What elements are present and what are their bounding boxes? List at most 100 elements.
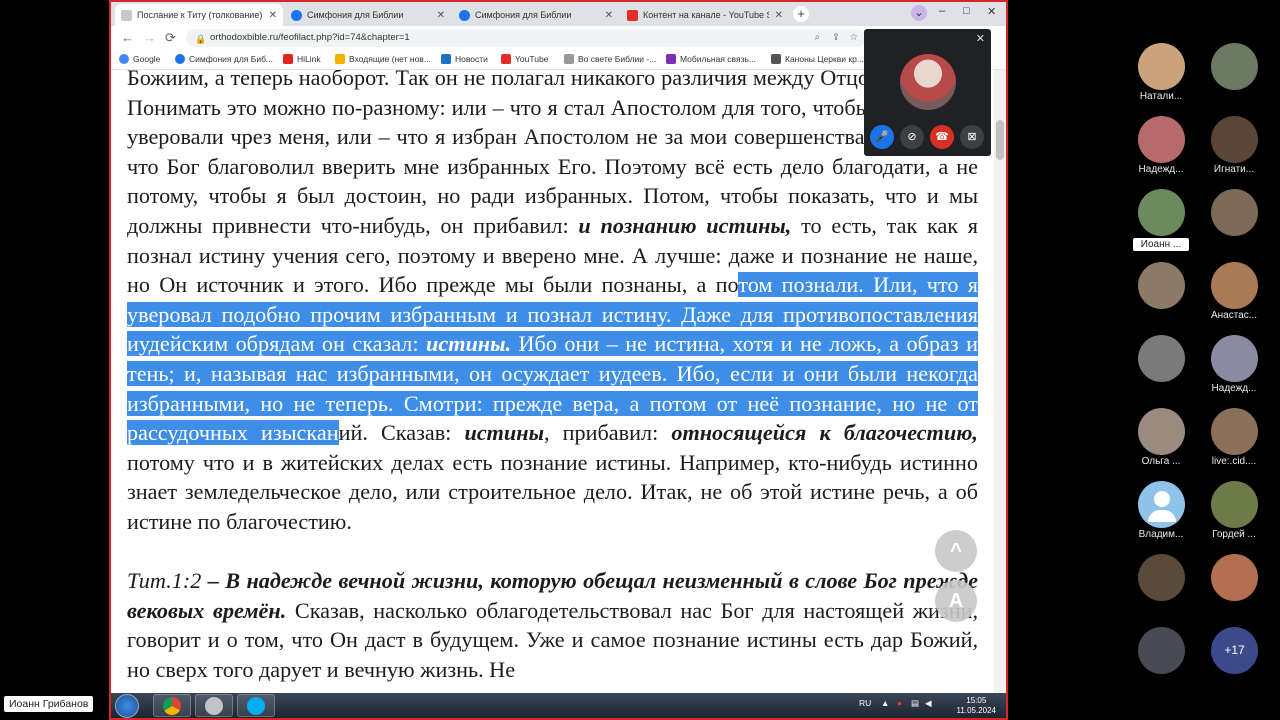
video-popup: ✕ 🎤 ⊘ ☎ ⊠ bbox=[864, 29, 991, 156]
avatar bbox=[1138, 335, 1185, 382]
participant-tile[interactable] bbox=[1197, 43, 1271, 113]
tab-label: Контент на канале - YouTube St bbox=[643, 10, 769, 20]
chevron-up-icon[interactable]: ▲ bbox=[881, 698, 889, 708]
mic-icon: 🎤 bbox=[875, 131, 889, 143]
participant-tile[interactable] bbox=[1197, 554, 1271, 624]
participant-tile[interactable] bbox=[1197, 189, 1271, 259]
phone-icon: ☎ bbox=[935, 131, 949, 143]
shared-screen: Послание к Титу (толкование). ✕ Симфония… bbox=[109, 0, 1008, 720]
hilink-icon bbox=[283, 54, 293, 64]
mic-button[interactable]: 🎤 bbox=[870, 125, 894, 149]
hangup-button[interactable]: ☎ bbox=[930, 125, 954, 149]
youtube-icon bbox=[501, 54, 511, 64]
new-tab-button[interactable]: + bbox=[793, 6, 809, 22]
share-icon[interactable]: ⇪ bbox=[832, 29, 840, 47]
stop-icon[interactable]: ● bbox=[897, 698, 902, 708]
participant-tile[interactable]: Анастас... bbox=[1197, 262, 1271, 332]
browser-tab-bar: Послание к Титу (толкование). ✕ Симфония… bbox=[111, 2, 1006, 26]
stop-presenting-button[interactable]: ⊠ bbox=[960, 125, 984, 149]
bookmark-hilink[interactable]: HiLink bbox=[283, 54, 321, 64]
close-icon[interactable]: ✕ bbox=[437, 10, 445, 21]
bookmark-google[interactable]: Google bbox=[119, 54, 160, 64]
page-scrollbar[interactable] bbox=[994, 70, 1006, 693]
self-video bbox=[900, 54, 956, 110]
tab-symphony-1[interactable]: Симфония для Библии ✕ bbox=[285, 4, 451, 26]
windows-taskbar: RU ▲ ● ▤ ◀ 15:05 11.05.2024 bbox=[111, 693, 1006, 718]
meeting-stage: Послание к Титу (толкование). ✕ Симфония… bbox=[0, 0, 1280, 720]
taskbar-disk[interactable] bbox=[195, 694, 233, 717]
avatar bbox=[1211, 335, 1258, 382]
participant-tile[interactable]: Владим... bbox=[1124, 481, 1198, 551]
language-indicator[interactable]: RU bbox=[859, 698, 871, 708]
participant-tile[interactable] bbox=[1124, 335, 1198, 405]
mobile-icon bbox=[666, 54, 676, 64]
participant-tile[interactable]: Игнати... bbox=[1197, 116, 1271, 186]
taskbar-chrome[interactable] bbox=[153, 694, 191, 717]
close-icon[interactable]: ✕ bbox=[605, 10, 613, 21]
page-icon bbox=[564, 54, 574, 64]
reload-button[interactable]: ⟳ bbox=[165, 30, 176, 46]
close-icon[interactable]: ✕ bbox=[775, 10, 783, 21]
close-icon[interactable]: ✕ bbox=[269, 10, 277, 21]
bookmark-inbox[interactable]: Входящие (нет нов... bbox=[335, 54, 431, 64]
page-icon bbox=[121, 9, 132, 21]
bookmark-symphony[interactable]: Симфония для Биб... bbox=[175, 54, 273, 64]
symphony-icon bbox=[459, 9, 470, 21]
verse-reference: Тит.1:2 bbox=[127, 568, 202, 594]
back-button[interactable]: ← bbox=[121, 30, 134, 45]
avatar bbox=[1138, 554, 1185, 601]
participant-tile[interactable] bbox=[1124, 627, 1198, 697]
avatar bbox=[1211, 116, 1258, 163]
bookmark-canons[interactable]: Каноны Церкви кр... bbox=[771, 54, 864, 64]
more-count: +17 bbox=[1211, 627, 1258, 674]
chrome-icon bbox=[163, 697, 181, 715]
font-size-button[interactable]: A bbox=[935, 580, 977, 622]
star-icon[interactable]: ☆ bbox=[849, 29, 858, 47]
bookmark-youtube[interactable]: YouTube bbox=[501, 54, 548, 64]
tab-titus-commentary[interactable]: Послание к Титу (толкование). ✕ bbox=[115, 4, 283, 26]
scroll-up-button[interactable]: ^ bbox=[935, 530, 977, 572]
start-button[interactable] bbox=[115, 694, 139, 718]
forward-button[interactable]: → bbox=[143, 30, 156, 45]
search-icon[interactable]: ⌕ bbox=[815, 29, 820, 47]
participant-tile[interactable]: Натали... bbox=[1124, 43, 1198, 113]
chevron-down-icon[interactable]: ⌄ bbox=[911, 5, 927, 21]
network-icon[interactable]: ▤ bbox=[911, 698, 919, 709]
commentary-paragraph: Божиим, а теперь наоборот. Так он не пол… bbox=[127, 70, 979, 534]
taskbar-skype[interactable] bbox=[237, 694, 275, 717]
system-clock[interactable]: 15:05 11.05.2024 bbox=[957, 696, 996, 716]
scrollbar-thumb[interactable] bbox=[996, 120, 1004, 160]
close-window-button[interactable]: ✕ bbox=[987, 5, 996, 18]
participant-tile[interactable]: Иоанн ... bbox=[1124, 189, 1198, 259]
participant-tile[interactable]: Надежд... bbox=[1197, 335, 1271, 405]
avatar bbox=[1138, 262, 1185, 309]
youtube-icon bbox=[627, 9, 638, 21]
participant-tile[interactable]: Ольга ... bbox=[1124, 408, 1198, 478]
bookmark-mobile[interactable]: Мобильная связь... bbox=[666, 54, 756, 64]
url-text: orthodoxbible.ru/feofilact.php?id=74&cha… bbox=[210, 32, 410, 43]
participant-tile[interactable]: Гордей ... bbox=[1197, 481, 1271, 551]
avatar bbox=[1138, 116, 1185, 163]
participant-tile[interactable] bbox=[1124, 262, 1198, 332]
tab-youtube-studio[interactable]: Контент на канале - YouTube St ✕ bbox=[621, 4, 789, 26]
volume-icon[interactable]: ◀ bbox=[925, 698, 932, 709]
bookmark-news[interactable]: Новости bbox=[441, 54, 488, 64]
mail-icon bbox=[335, 54, 345, 64]
present-stop-icon: ⊠ bbox=[967, 131, 977, 143]
minimize-button[interactable]: – bbox=[939, 5, 945, 17]
tab-symphony-2[interactable]: Симфония для Библии ✕ bbox=[453, 4, 619, 26]
maximize-button[interactable]: □ bbox=[963, 5, 970, 17]
symphony-icon bbox=[175, 54, 185, 64]
verse-paragraph: Тит.1:2 – В надежде вечной жизни, котору… bbox=[127, 568, 978, 682]
close-icon[interactable]: ✕ bbox=[976, 32, 985, 45]
participant-tile[interactable] bbox=[1124, 554, 1198, 624]
bookmark-bible-light[interactable]: Во свете Библии -... bbox=[564, 54, 656, 64]
camera-off-button[interactable]: ⊘ bbox=[900, 125, 924, 149]
participant-tile[interactable]: live:.cid.... bbox=[1197, 408, 1271, 478]
url-input[interactable]: 🔒 orthodoxbible.ru/feofilact.php?id=74&c… bbox=[186, 29, 866, 47]
participant-tile[interactable]: Надежд... bbox=[1124, 116, 1198, 186]
page-icon bbox=[771, 54, 781, 64]
font-icon: A bbox=[948, 590, 964, 612]
more-participants-button[interactable]: +17 bbox=[1197, 627, 1271, 697]
vk-icon bbox=[441, 54, 451, 64]
